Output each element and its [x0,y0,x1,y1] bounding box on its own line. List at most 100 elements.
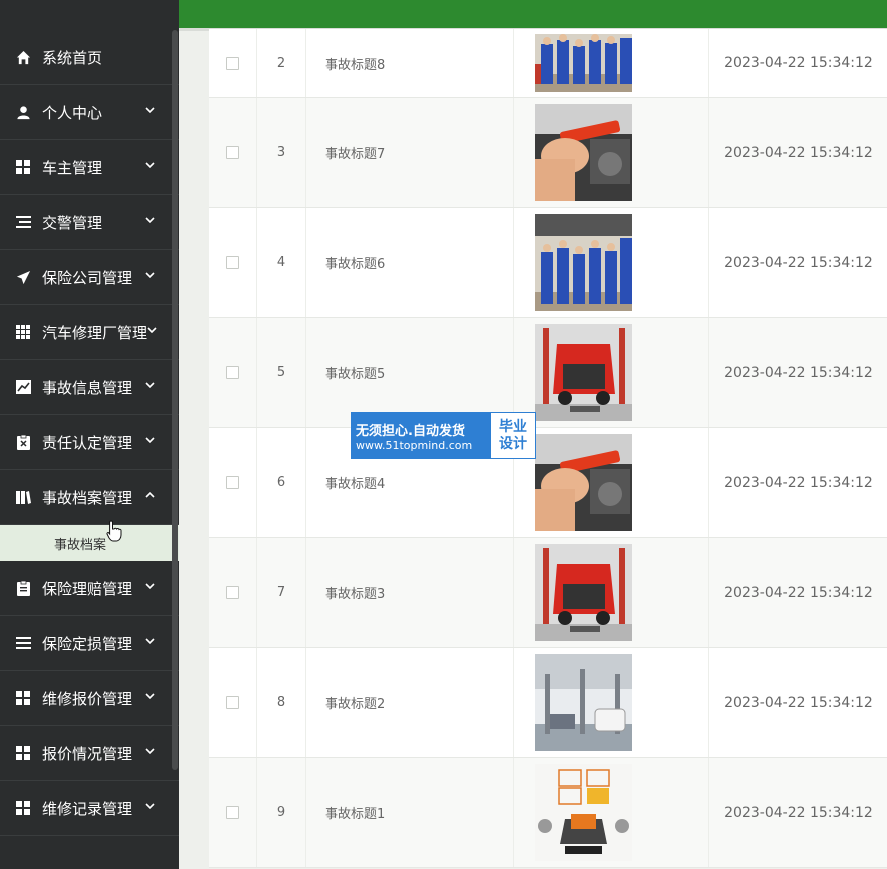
sidebar-item-liability[interactable]: 责任认定管理 [0,415,179,470]
watermark-line1: 无须担心.自动发货 [356,423,465,439]
row-title: 事故标题7 [306,98,514,207]
row-index: 2 [257,29,306,97]
watermark-url: www.51topmind.com [356,438,473,452]
row-image-cell [515,29,709,97]
sidebar-item-repair-shop[interactable]: 汽车修理厂管理 [0,305,179,360]
book-icon [15,489,31,505]
watermark-badge-top: 毕业 [499,418,527,435]
home-icon [15,49,31,65]
accident-photo-hand-wrench[interactable] [535,104,632,201]
chevron-down-icon [143,799,157,813]
row-time: 2023-04-22 15:34:12 [724,364,873,381]
row-image-cell [515,98,709,207]
row-checkbox-cell [209,98,257,207]
grid-icon [15,745,31,761]
sidebar-item-owners[interactable]: 车主管理 [0,140,179,195]
accident-photo-red-car[interactable] [535,324,632,421]
watermark-badge-bottom: 设计 [499,435,527,452]
sidebar-item-label: 保险定损管理 [42,634,133,653]
row-image-cell [515,208,709,317]
row-checkbox[interactable] [226,56,239,70]
row-time: 2023-04-22 15:34:12 [724,694,873,711]
sidebar-scrollbar[interactable] [172,30,178,770]
sidebar-item-label: 保险理赔管理 [42,579,133,598]
clipboard-x-icon [15,434,31,450]
accident-photo-mechanics[interactable] [535,214,632,311]
row-title: 事故标题1 [306,758,514,867]
watermark-text: 无须担心.自动发货 www.51topmind.com [352,413,491,458]
list-icon [15,635,31,651]
row-title: 事故标题2 [306,648,514,757]
sidebar-item-accident-archive[interactable]: 事故档案管理 [0,470,179,525]
row-checkbox[interactable] [226,586,239,599]
accident-archive-table: 2 事故标题8 2023-04-22 15:34:12 3 事故标题7 2023… [209,29,887,868]
mouse-cursor-icon [106,520,122,546]
sidebar-item-repair-records[interactable]: 维修记录管理 [0,781,179,836]
sidebar-item-loss-assessment[interactable]: 保险定损管理 [0,616,179,671]
table-row: 2 事故标题8 2023-04-22 15:34:12 [209,29,887,98]
accident-photo-hand-wrench[interactable] [535,434,632,531]
chevron-down-icon [143,103,157,117]
row-checkbox[interactable] [226,806,239,819]
sidebar-item-label: 报价情况管理 [42,744,133,763]
sidebar-item-label: 保险公司管理 [42,268,133,287]
clipboard-icon [15,580,31,596]
row-image-cell [515,648,709,757]
row-checkbox-cell [209,648,257,757]
chevron-down-icon [143,433,157,447]
chevron-down-icon [143,579,157,593]
table-row: 7 事故标题3 2023-04-22 15:34:12 [209,538,887,648]
sidebar-item-accident-info[interactable]: 事故信息管理 [0,360,179,415]
chart-icon [15,379,31,395]
sidebar-item-home[interactable]: 系统首页 [0,30,179,85]
chevron-down-icon [143,689,157,703]
accident-photo-repair-logo[interactable] [535,764,632,861]
sidebar-item-insurance-company[interactable]: 保险公司管理 [0,250,179,305]
row-title: 事故标题6 [306,208,514,317]
chevron-down-icon [143,634,157,648]
sidebar-item-label: 事故信息管理 [42,378,133,397]
sidebar-item-profile[interactable]: 个人中心 [0,85,179,140]
sidebar-item-label: 事故档案管理 [42,488,133,507]
accident-photo-red-car[interactable] [535,544,632,641]
row-time: 2023-04-22 15:34:12 [724,474,873,491]
sidebar-item-insurance-claims[interactable]: 保险理赔管理 [0,561,179,616]
row-time: 2023-04-22 15:34:12 [724,804,873,821]
sidebar-item-label: 个人中心 [42,103,103,122]
row-image-cell [515,428,709,537]
row-index: 5 [257,318,306,427]
chevron-down-icon [143,268,157,282]
sidebar-item-police[interactable]: 交警管理 [0,195,179,250]
grid-icon [15,800,31,816]
row-checkbox[interactable] [226,256,239,269]
chevron-down-icon [143,378,157,392]
person-icon [15,104,31,120]
row-title: 事故标题5 [306,318,514,427]
accident-photo-garage[interactable] [535,654,632,751]
sidebar-item-repair-quote[interactable]: 维修报价管理 [0,671,179,726]
row-checkbox-cell [209,758,257,867]
table-row: 4 事故标题6 2023-04-22 15:34:12 [209,208,887,318]
row-checkbox[interactable] [226,146,239,159]
sidebar-item-quote-status[interactable]: 报价情况管理 [0,726,179,781]
table-row: 8 事故标题2 2023-04-22 15:34:12 [209,648,887,758]
row-checkbox[interactable] [226,476,239,489]
row-checkbox-cell [209,318,257,427]
list-icon [15,214,31,230]
table-row: 9 事故标题1 2023-04-22 15:34:12 [209,758,887,868]
row-image-cell [515,318,709,427]
sidebar-menu: 系统首页 个人中心 车主管理 交警管理 保险公司管理 汽车修理厂管理 事故信息管… [0,30,179,836]
submenu-item-accident-archive[interactable]: 事故档案 [0,525,179,561]
table-row: 6 事故标题4 2023-04-22 15:34:12 [209,428,887,538]
sidebar-header [0,0,179,30]
accident-photo-mechanics[interactable] [535,34,632,92]
row-checkbox[interactable] [226,696,239,709]
row-index: 6 [257,428,306,537]
row-image-cell [515,538,709,647]
row-time: 2023-04-22 15:34:12 [724,144,873,161]
row-checkbox-cell [209,208,257,317]
chevron-down-icon [145,323,159,337]
row-index: 3 [257,98,306,207]
row-checkbox-cell [209,538,257,647]
row-checkbox[interactable] [226,366,239,379]
